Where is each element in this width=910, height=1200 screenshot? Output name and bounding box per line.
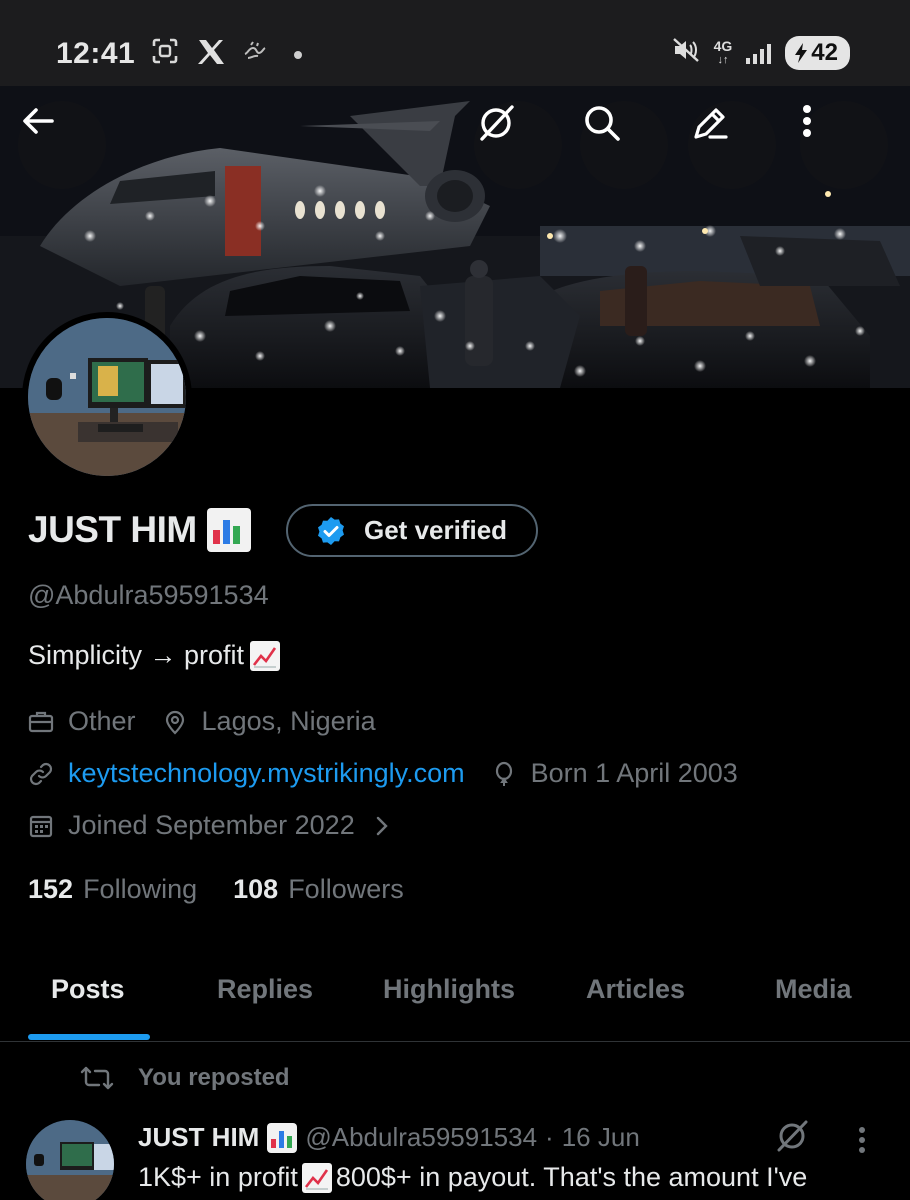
display-name: JUST HIM: [28, 509, 197, 550]
post-author-avatar[interactable]: [26, 1120, 114, 1200]
tab-replies[interactable]: Replies: [217, 974, 313, 1005]
grok-icon: [777, 1120, 808, 1152]
signal-icon: [746, 42, 772, 64]
profile-joined-date: Joined September 2022: [68, 810, 355, 840]
chart-increasing-emoji-icon: [250, 640, 281, 671]
briefcase-icon: [28, 709, 54, 735]
chevron-right-icon: [369, 813, 395, 839]
get-verified-label: Get verified: [364, 515, 508, 545]
verified-badge-icon: [318, 516, 344, 545]
tab-articles[interactable]: Articles: [586, 974, 685, 1005]
back-button[interactable]: [18, 101, 106, 189]
network-type: 4G ↓↑: [713, 38, 733, 66]
location-pin-icon: [162, 709, 188, 735]
search-icon: [585, 106, 620, 141]
charging-bolt-icon: [795, 43, 808, 63]
link-icon: [28, 761, 54, 787]
get-verified-button[interactable]: Get verified: [286, 504, 538, 557]
repost-indicator: You reposted: [80, 1064, 290, 1092]
bar-chart-emoji-icon: [267, 1122, 298, 1153]
mute-icon: [672, 37, 700, 70]
profile-birthday: Born 1 April 2003: [530, 758, 738, 788]
post-more-button[interactable]: [856, 1124, 868, 1161]
post-date[interactable]: 16 Jun: [562, 1122, 640, 1153]
following-link[interactable]: 152 Following: [28, 874, 197, 905]
avatar-image: [28, 318, 186, 476]
tab-media[interactable]: Media: [775, 974, 852, 1005]
website-birthday-row: keytstechnology.mystrikingly.com Born 1 …: [28, 758, 738, 789]
post-text: 1K$+ in profit 800$+ in payout. That's t…: [138, 1162, 807, 1193]
arrow-left-icon: [23, 108, 54, 134]
active-tab-indicator: [28, 1034, 150, 1040]
post-author-handle[interactable]: @Abdulra59591534: [305, 1122, 537, 1153]
post-avatar-image: [26, 1120, 114, 1200]
screenshot-icon: [150, 36, 180, 73]
calligraphy-app-icon: [242, 38, 268, 71]
status-notification-icons: [150, 36, 302, 73]
post-text-part1: 1K$+ in profit: [138, 1162, 298, 1192]
x-app-icon: [196, 38, 226, 71]
joined-row[interactable]: Joined September 2022: [28, 810, 409, 841]
more-vertical-icon: [803, 105, 811, 137]
profile-name-row: JUST HIM: [28, 508, 251, 552]
grok-button[interactable]: [474, 101, 562, 189]
bar-chart-emoji-icon: [206, 508, 251, 552]
edit-button[interactable]: [688, 101, 776, 189]
tab-posts[interactable]: Posts: [51, 974, 125, 1005]
following-count: 152: [28, 874, 74, 904]
pencil-icon: [694, 108, 728, 139]
battery-indicator: 42: [785, 36, 850, 70]
profile-website-link[interactable]: keytstechnology.mystrikingly.com: [68, 758, 465, 789]
profile-location: Lagos, Nigeria: [201, 706, 376, 736]
post-grok-button[interactable]: [772, 1116, 812, 1161]
post-separator: ·: [545, 1122, 554, 1152]
followers-link[interactable]: 108 Followers: [233, 874, 404, 905]
more-options-button[interactable]: [800, 101, 888, 189]
tab-highlights[interactable]: Highlights: [383, 974, 515, 1005]
calendar-icon: [28, 813, 54, 839]
followers-label: Followers: [288, 874, 404, 904]
post-text-part2: 800$+ in payout. That's the amount I've: [335, 1162, 808, 1192]
following-label: Following: [83, 874, 198, 904]
profile-bio: Simplicity → profit: [28, 640, 281, 671]
post-header: JUST HIM @Abdulra59591534 · 16 Jun: [138, 1122, 640, 1153]
profile-handle: @Abdulra59591534: [28, 580, 269, 610]
status-time: 12:41: [56, 37, 136, 70]
profile-category: Other: [68, 706, 136, 736]
profile-tabs: Posts Replies Highlights Articles Media: [0, 950, 910, 1042]
search-button[interactable]: [580, 101, 668, 189]
status-bar: 12:41 4G ↓↑ 42: [0, 0, 910, 86]
follow-stats: 152 Following 108 Followers: [28, 874, 404, 905]
more-notifications-dot: [294, 50, 302, 59]
more-vertical-icon: [859, 1127, 865, 1153]
category-location-row: Other Lagos, Nigeria: [28, 706, 376, 737]
balloon-icon: [491, 761, 517, 787]
followers-count: 108: [233, 874, 279, 904]
repost-label: You reposted: [138, 1064, 290, 1091]
grok-icon: [480, 105, 514, 141]
profile-avatar[interactable]: [22, 312, 192, 482]
bio-text: Simplicity → profit: [28, 640, 245, 670]
repost-icon: [80, 1066, 114, 1090]
status-system-icons: 4G ↓↑ 42: [672, 36, 850, 70]
post-author-name[interactable]: JUST HIM: [138, 1122, 259, 1153]
chart-increasing-emoji-icon: [301, 1162, 332, 1193]
